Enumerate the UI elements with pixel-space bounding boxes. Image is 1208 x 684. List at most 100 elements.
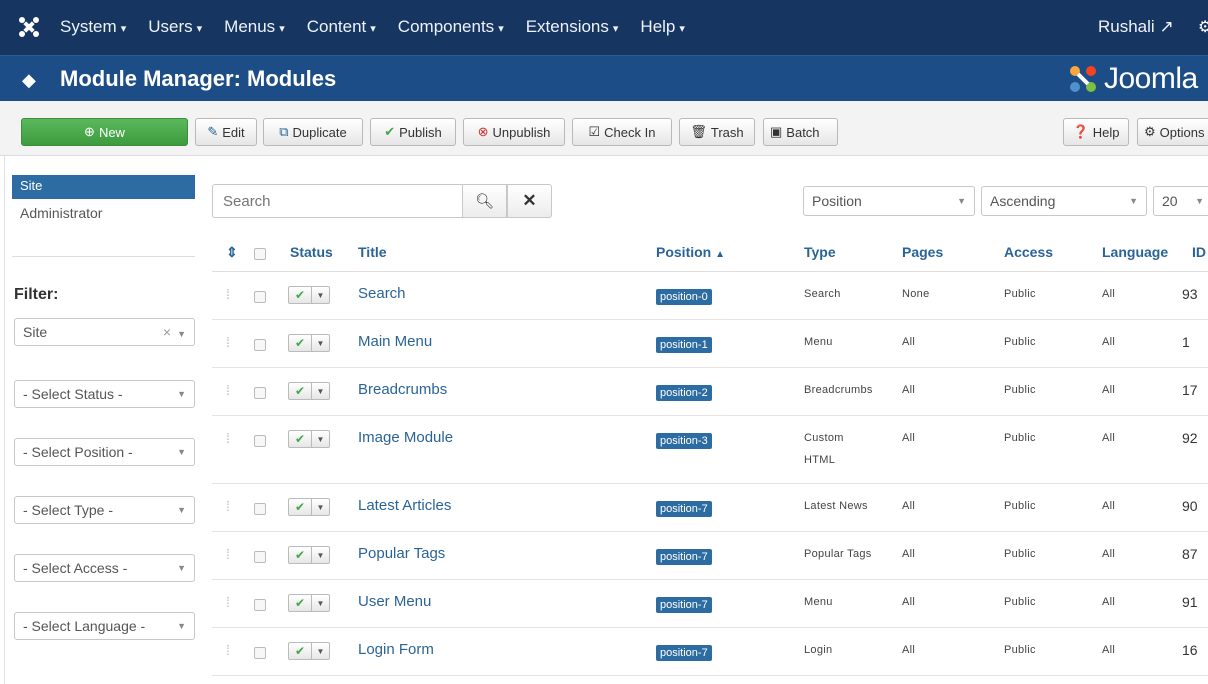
check-icon[interactable]: ✔ [288, 430, 312, 448]
check-icon[interactable]: ✔ [288, 546, 312, 564]
menu-extensions[interactable]: Extensions ▾ [526, 17, 619, 37]
row-checkbox[interactable] [254, 338, 266, 354]
sidebar-item-site[interactable]: Site [12, 175, 195, 199]
menu-menus[interactable]: Menus ▾ [224, 17, 285, 37]
module-title-link[interactable]: Image Module [358, 429, 453, 446]
module-title-link[interactable]: Breadcrumbs [358, 381, 447, 398]
chevron-down-icon[interactable]: ▼ [312, 594, 330, 612]
check-icon[interactable]: ✔ [288, 334, 312, 352]
drag-handle-icon[interactable]: ⁞ [226, 430, 230, 446]
row-checkbox[interactable] [254, 386, 266, 402]
drag-handle-icon[interactable]: ⁞ [226, 334, 230, 350]
sort-direction-select[interactable]: Ascending ▼ [981, 186, 1147, 216]
position-select[interactable]: - Select Position - ▼ [14, 438, 195, 466]
status-select[interactable]: - Select Status - ▼ [14, 380, 195, 408]
limit-select[interactable]: 20 ▼ [1153, 186, 1208, 216]
chevron-down-icon[interactable]: ▼ [312, 430, 330, 448]
header-access[interactable]: Access [1004, 244, 1053, 260]
drag-handle-icon[interactable]: ⁞ [226, 594, 230, 610]
trash-button[interactable]: 🗑 Trash [679, 118, 755, 146]
chevron-down-icon[interactable]: ▼ [312, 334, 330, 352]
check-icon[interactable]: ✔ [288, 498, 312, 516]
check-icon[interactable]: ✔ [288, 642, 312, 660]
unpublish-button[interactable]: ⊗ Unpublish [463, 118, 565, 146]
access-select[interactable]: - Select Access - ▼ [14, 554, 195, 582]
header-status[interactable]: Status [290, 244, 333, 260]
status-toggle[interactable]: ✔ ▼ [288, 546, 330, 564]
id-cell: 90 [1182, 498, 1198, 514]
header-title[interactable]: Title [358, 244, 387, 260]
check-icon[interactable]: ✔ [288, 594, 312, 612]
status-toggle[interactable]: ✔ ▼ [288, 430, 330, 448]
row-checkbox[interactable] [254, 550, 266, 566]
publish-button[interactable]: ✔ Publish [370, 118, 456, 146]
drag-handle-icon[interactable]: ⁞ [226, 382, 230, 398]
clear-search-button[interactable]: ✕ [507, 184, 552, 218]
batch-button[interactable]: ▣ Batch [763, 118, 838, 146]
sort-field-select[interactable]: Position ▼ [803, 186, 975, 216]
chevron-down-icon[interactable]: ▼ [312, 286, 330, 304]
menu-users[interactable]: Users ▾ [148, 17, 202, 37]
menu-system[interactable]: System ▾ [60, 17, 126, 37]
checkbox-icon [254, 387, 266, 399]
search-button[interactable]: 🔍︎ [462, 184, 507, 218]
search-input[interactable] [212, 184, 462, 218]
checkin-button[interactable]: ☑ Check In [572, 118, 672, 146]
chevron-down-icon[interactable]: ▼ [312, 546, 330, 564]
edit-button[interactable]: ✎ Edit [195, 118, 257, 146]
status-toggle[interactable]: ✔ ▼ [288, 382, 330, 400]
chevron-down-icon[interactable]: ▼ [312, 382, 330, 400]
status-toggle[interactable]: ✔ ▼ [288, 286, 330, 304]
check-icon[interactable]: ✔ [288, 286, 312, 304]
row-checkbox[interactable] [254, 646, 266, 662]
joomla-logo-icon[interactable] [18, 16, 40, 38]
header-id[interactable]: ID [1192, 244, 1206, 260]
module-title-link[interactable]: Login Form [358, 641, 434, 658]
check-icon[interactable]: ✔ [288, 382, 312, 400]
ordering-sort-icon[interactable]: ⇕ [226, 244, 238, 261]
module-title-link[interactable]: Popular Tags [358, 545, 445, 562]
header-language[interactable]: Language [1102, 244, 1168, 260]
drag-handle-icon[interactable]: ⁞ [226, 498, 230, 514]
sidebar-item-administrator[interactable]: Administrator [12, 205, 102, 221]
clear-icon[interactable]: × [163, 324, 171, 340]
status-toggle[interactable]: ✔ ▼ [288, 642, 330, 660]
menu-help[interactable]: Help ▾ [640, 17, 685, 37]
row-checkbox[interactable] [254, 598, 266, 614]
row-checkbox[interactable] [254, 290, 266, 306]
table-row: ⁞ ✔ ▼ Search position-0 Search None Publi… [212, 272, 1208, 320]
menu-components[interactable]: Components ▾ [398, 17, 504, 37]
gear-icon[interactable]: ⚙ [1198, 17, 1208, 37]
chevron-down-icon[interactable]: ▼ [312, 498, 330, 516]
menu-content[interactable]: Content ▾ [307, 17, 376, 37]
header-pages[interactable]: Pages [902, 244, 943, 260]
sidebar-divider [12, 256, 195, 257]
module-title-link[interactable]: Search [358, 285, 406, 302]
table-row: ⁞ ✔ ▼ Popular Tags position-7 Popular Tag… [212, 532, 1208, 580]
status-toggle[interactable]: ✔ ▼ [288, 334, 330, 352]
client-select[interactable]: Site × ▼ [14, 318, 195, 346]
module-title-link[interactable]: Main Menu [358, 333, 432, 350]
row-checkbox[interactable] [254, 502, 266, 518]
duplicate-button[interactable]: ⧉ Duplicate [263, 118, 363, 146]
help-button[interactable]: ❓ Help [1063, 118, 1129, 146]
module-title-link[interactable]: Latest Articles [358, 497, 451, 514]
drag-handle-icon[interactable]: ⁞ [226, 286, 230, 302]
new-button[interactable]: ⊕ New [21, 118, 188, 146]
chevron-down-icon: ▾ [120, 23, 127, 35]
module-title-link[interactable]: User Menu [358, 593, 431, 610]
header-type[interactable]: Type [804, 244, 836, 260]
language-select[interactable]: - Select Language - ▼ [14, 612, 195, 640]
type-select[interactable]: - Select Type - ▼ [14, 496, 195, 524]
chevron-down-icon[interactable]: ▼ [312, 642, 330, 660]
select-all-checkbox[interactable] [254, 247, 266, 263]
drag-handle-icon[interactable]: ⁞ [226, 642, 230, 658]
header-position[interactable]: Position ▲ [656, 244, 725, 260]
options-button[interactable]: ⚙ Options [1137, 118, 1208, 146]
status-toggle[interactable]: ✔ ▼ [288, 594, 330, 612]
user-menu[interactable]: Rushali ↗ [1098, 17, 1174, 37]
drag-handle-icon[interactable]: ⁞ [226, 546, 230, 562]
status-toggle[interactable]: ✔ ▼ [288, 498, 330, 516]
row-checkbox[interactable] [254, 434, 266, 450]
chevron-down-icon: ▾ [196, 23, 203, 35]
